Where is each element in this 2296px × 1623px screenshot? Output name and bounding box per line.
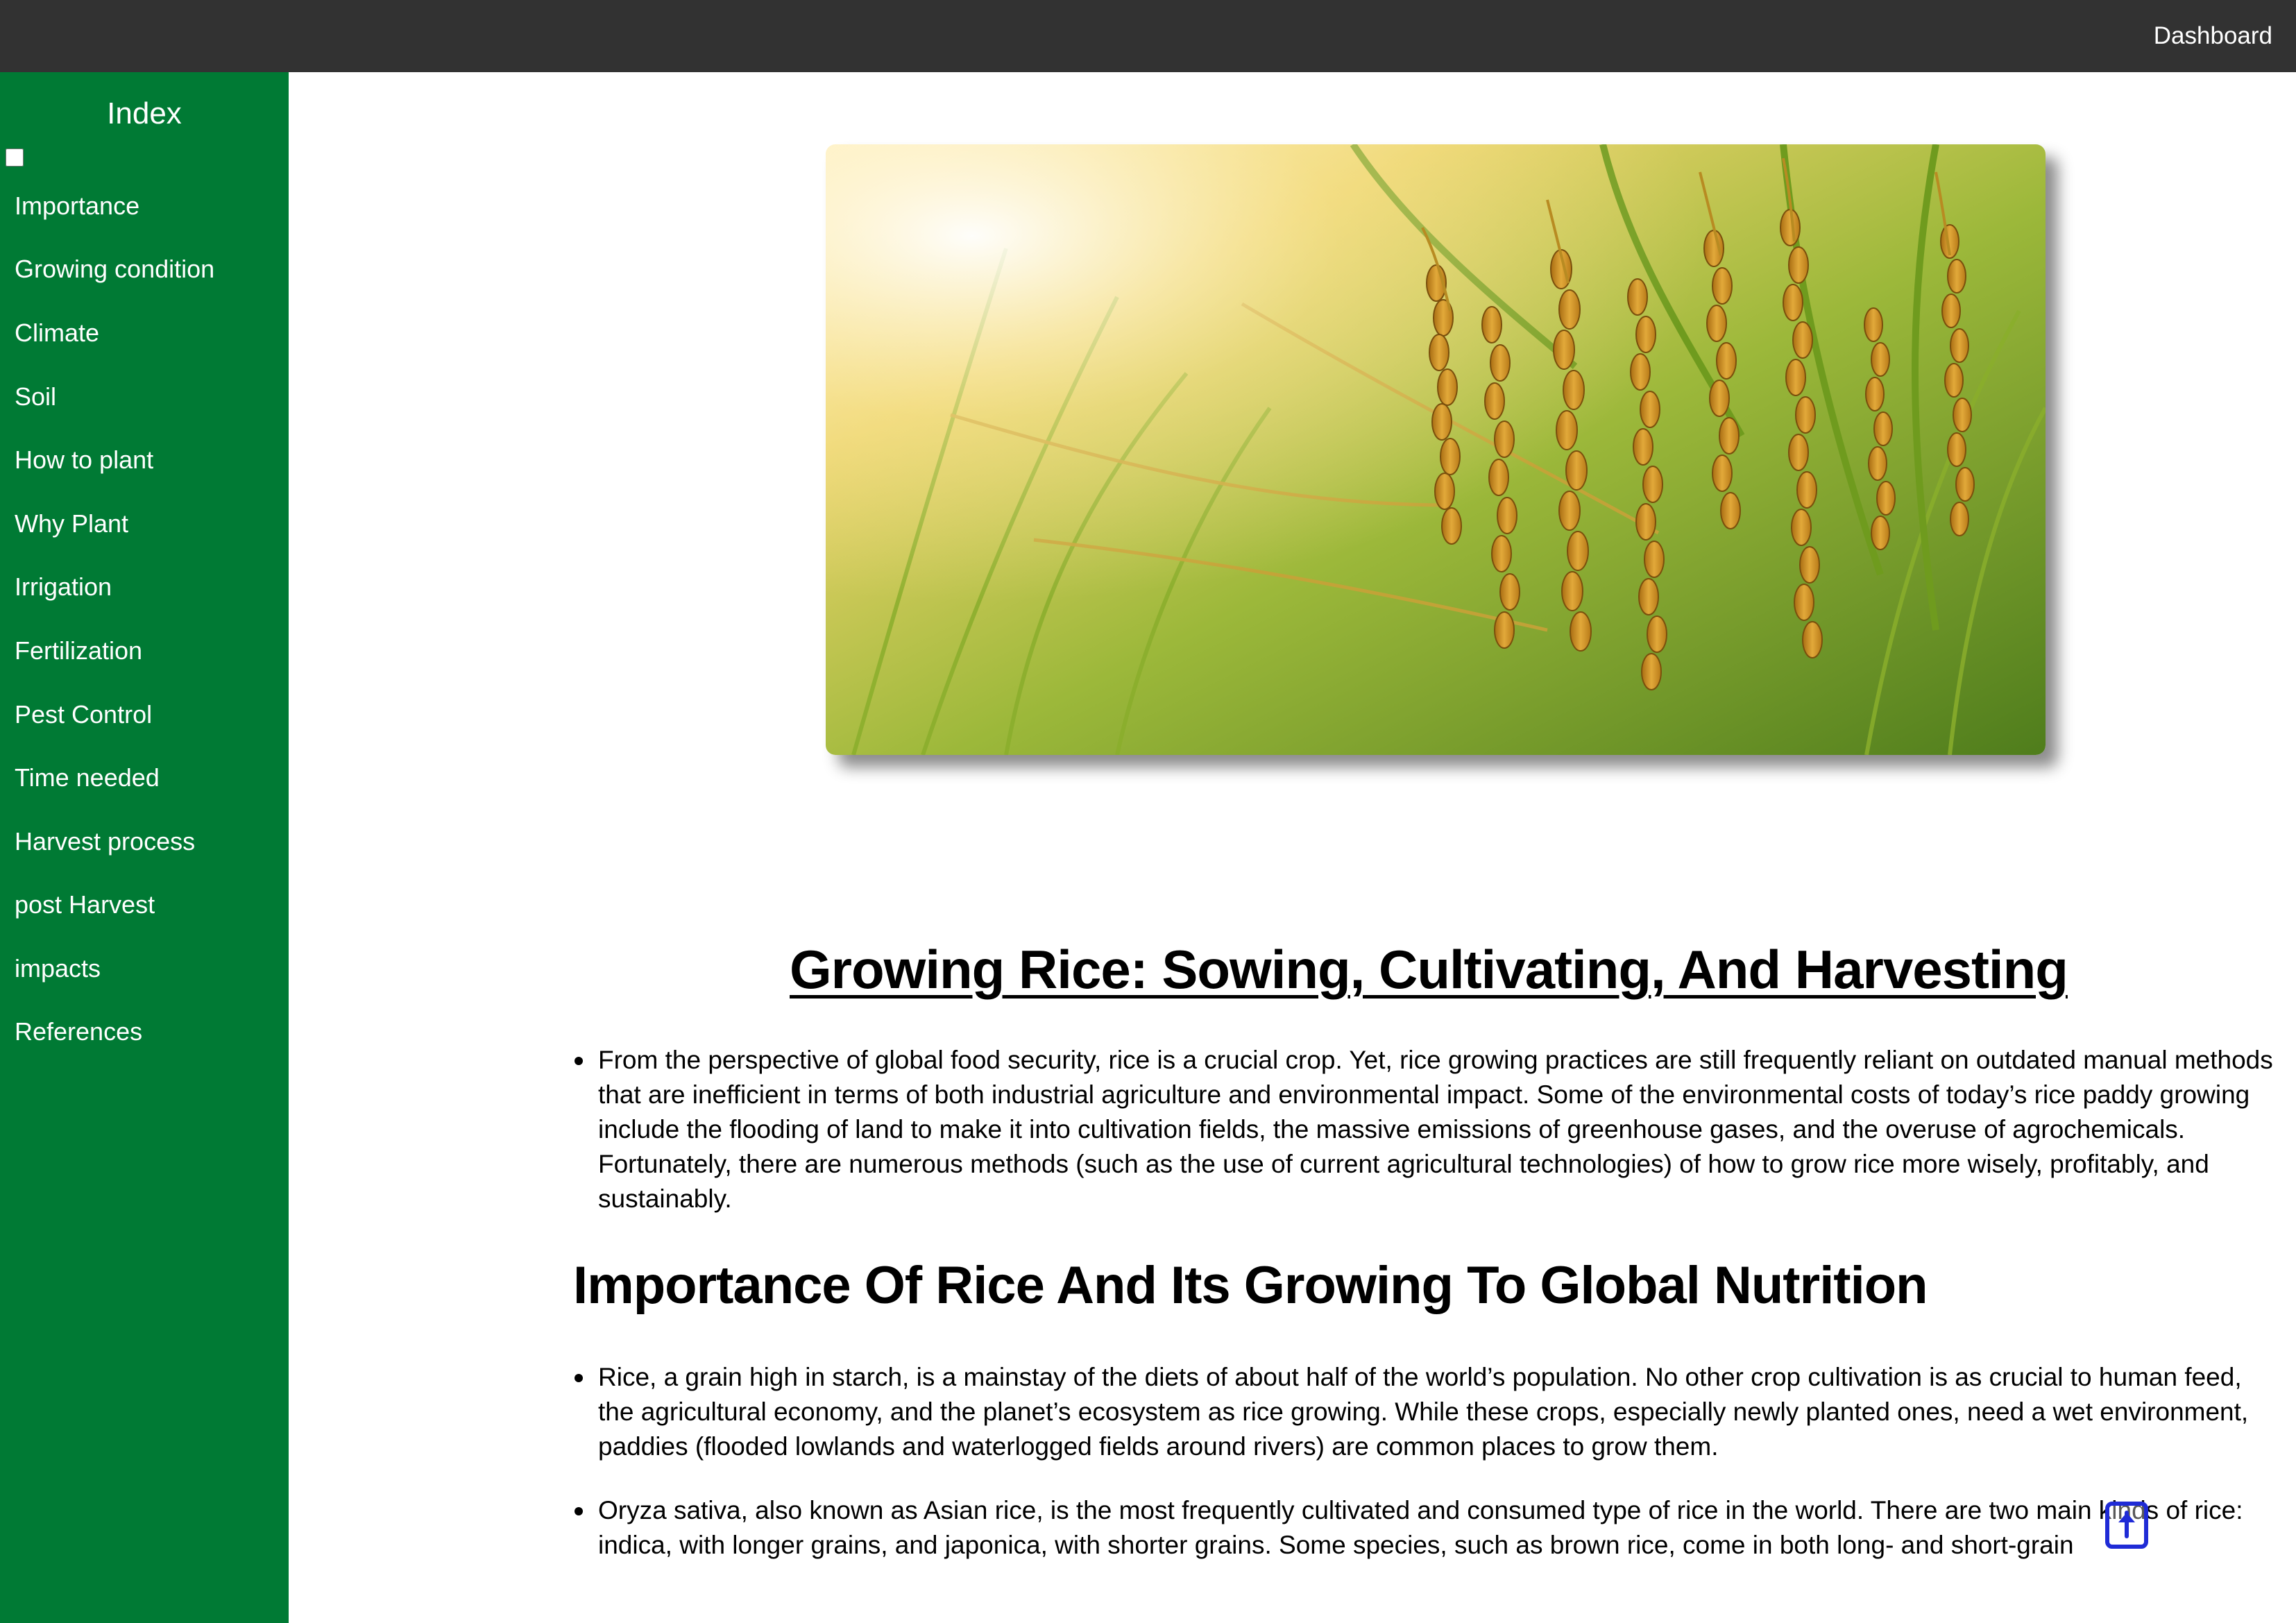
sidebar-item-post-harvest[interactable]: post Harvest <box>15 887 155 922</box>
sidebar-item-fertilization[interactable]: Fertilization <box>15 634 142 668</box>
list-item: From the perspective of global food secu… <box>575 1043 2284 1216</box>
list-item: Rice, a grain high in starch, is a mains… <box>575 1360 2284 1464</box>
section-heading-importance: Importance Of Rice And Its Growing To Gl… <box>573 1256 1928 1315</box>
sidebar-item-growing-condition[interactable]: Growing condition <box>15 252 214 287</box>
sidebar-item-climate[interactable]: Climate <box>15 316 99 350</box>
scroll-top-button[interactable] <box>2105 1502 2148 1549</box>
page-title: Growing Rice: Sowing, Cultivating, And H… <box>790 939 2068 1000</box>
sidebar-item-time-needed[interactable]: Time needed <box>15 760 160 795</box>
top-navbar: Dashboard <box>0 0 2296 72</box>
sidebar-item-harvest-process[interactable]: Harvest process <box>15 824 195 859</box>
sidebar-toggle-checkbox[interactable] <box>6 148 24 167</box>
sidebar-title: Index <box>107 96 182 130</box>
sidebar-item-soil[interactable]: Soil <box>15 380 56 414</box>
sidebar-item-importance[interactable]: Importance <box>15 189 139 223</box>
list-item: Oryza sativa, also known as Asian rice, … <box>575 1493 2284 1563</box>
sidebar-item-how-to-plant[interactable]: How to plant <box>15 443 153 477</box>
sidebar-item-impacts[interactable]: impacts <box>15 951 101 986</box>
sidebar-index: Index Importance Growing condition Clima… <box>0 72 289 1623</box>
sidebar-item-references[interactable]: References <box>15 1014 142 1049</box>
sidebar-item-pest-control[interactable]: Pest Control <box>15 697 152 732</box>
sidebar-item-irrigation[interactable]: Irrigation <box>15 570 112 604</box>
hero-rice-image <box>826 144 2046 755</box>
arrow-up-icon <box>2118 1511 2135 1538</box>
dashboard-link[interactable]: Dashboard <box>2154 21 2272 51</box>
intro-list: From the perspective of global food secu… <box>575 1043 2284 1246</box>
sidebar-item-why-plant[interactable]: Why Plant <box>15 507 128 541</box>
importance-list: Rice, a grain high in starch, is a mains… <box>575 1360 2284 1592</box>
